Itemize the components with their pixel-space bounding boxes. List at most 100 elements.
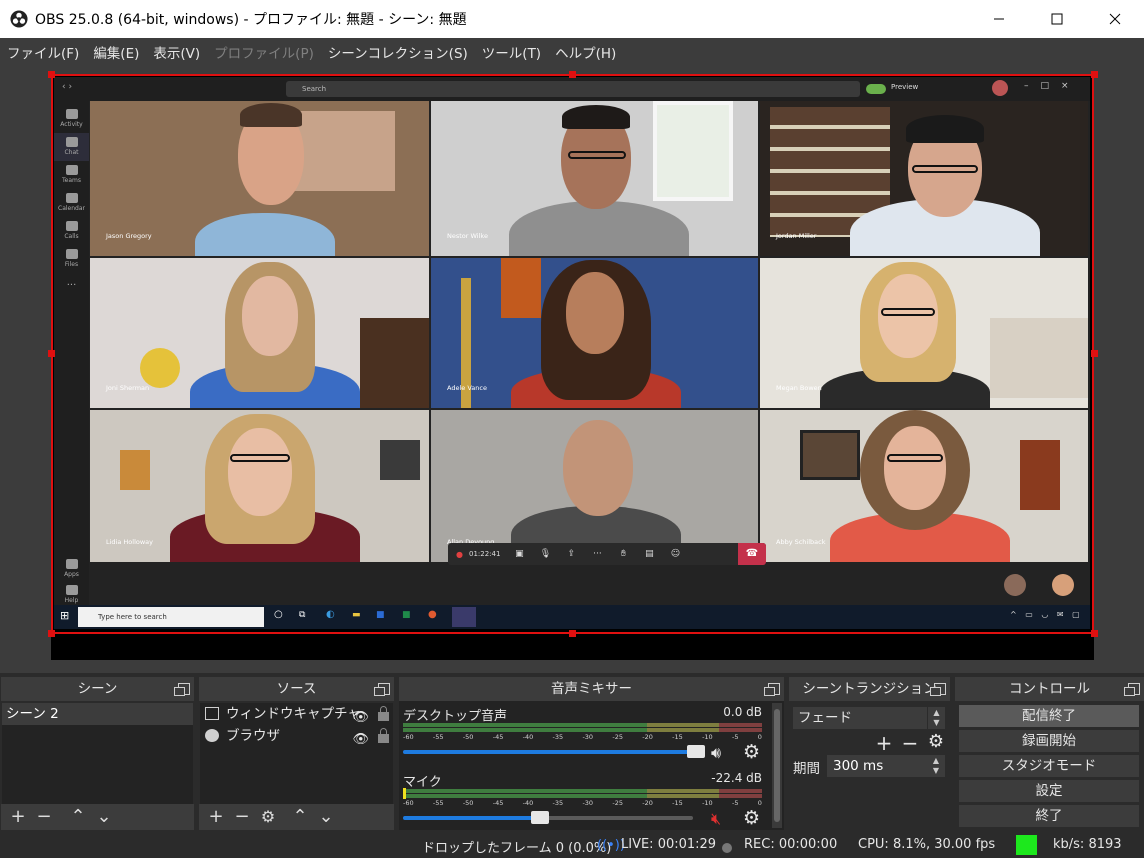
globe-icon bbox=[205, 729, 219, 742]
resize-handle[interactable] bbox=[1091, 71, 1098, 78]
resize-handle[interactable] bbox=[1091, 350, 1098, 357]
duration-input[interactable]: 300 ms ▲ ▼ bbox=[827, 755, 945, 777]
rail-files: Files bbox=[54, 245, 89, 273]
participant-name: Megan Bowen bbox=[776, 384, 822, 392]
level-meter bbox=[403, 723, 762, 727]
avatar bbox=[992, 80, 1008, 96]
undock-icon[interactable] bbox=[1124, 683, 1140, 696]
add-transition-button[interactable]: + bbox=[871, 731, 897, 755]
transition-gear-icon[interactable]: ⚙ bbox=[923, 731, 949, 755]
undock-icon[interactable] bbox=[930, 683, 946, 696]
muted-speaker-icon[interactable]: 🔇︎ bbox=[711, 809, 721, 829]
rail-teams: Teams bbox=[54, 161, 89, 189]
resize-handle[interactable] bbox=[569, 71, 576, 78]
move-up-button[interactable]: ⌃ bbox=[287, 804, 313, 830]
gear-icon[interactable]: ⚙ bbox=[743, 807, 760, 829]
mixer-scrollbar[interactable] bbox=[772, 703, 782, 828]
gear-icon[interactable]: ⚙ bbox=[743, 741, 760, 763]
close-icon bbox=[1109, 13, 1121, 25]
stop-streaming-button[interactable]: 配信終了 bbox=[959, 705, 1139, 727]
start-recording-button[interactable]: 録画開始 bbox=[959, 730, 1139, 752]
move-down-button[interactable]: ⌄ bbox=[91, 804, 117, 830]
participant-name: Lidia Holloway bbox=[106, 538, 154, 546]
settings-button[interactable]: 設定 bbox=[959, 780, 1139, 802]
resize-handle[interactable] bbox=[569, 630, 576, 637]
scene-item[interactable]: シーン 2 bbox=[2, 703, 193, 725]
resize-handle[interactable] bbox=[48, 630, 55, 637]
remove-scene-button[interactable]: − bbox=[31, 804, 57, 830]
cortana-icon: ○ bbox=[274, 609, 283, 620]
preview-area[interactable]: ‹ › Search Preview –□× Activity Chat Tea… bbox=[0, 65, 1144, 673]
rec-time: REC: 00:00:00 bbox=[744, 837, 838, 852]
menu-file[interactable]: ファイル(F) bbox=[0, 42, 86, 62]
remove-transition-button[interactable]: − bbox=[897, 731, 923, 755]
minimize-button[interactable] bbox=[970, 0, 1028, 38]
rail-activity: Activity bbox=[54, 105, 89, 133]
window-icon bbox=[205, 707, 219, 720]
level-meter bbox=[403, 794, 762, 798]
source-item[interactable]: ウィンドウキャプチャ 👁︎ bbox=[200, 703, 393, 725]
spin-arrows-icon[interactable]: ▲ ▼ bbox=[927, 755, 945, 777]
menu-scene-collection[interactable]: シーンコレクション(S) bbox=[321, 42, 475, 62]
resize-handle[interactable] bbox=[48, 350, 55, 357]
menu-bar: ファイル(F) 編集(E) 表示(V) プロファイル(P) シーンコレクション(… bbox=[0, 38, 1144, 65]
move-down-button[interactable]: ⌄ bbox=[313, 804, 339, 830]
teams-topbar: ‹ › Search Preview –□× bbox=[54, 77, 1090, 101]
volume-slider-handle[interactable] bbox=[687, 745, 705, 758]
teams-taskbar-icon bbox=[452, 607, 476, 627]
raise-hand-icon: ✋︎ bbox=[620, 549, 626, 559]
edge-icon: ◐ bbox=[326, 609, 335, 620]
obs-logo-icon bbox=[10, 10, 28, 28]
resize-handle[interactable] bbox=[1091, 630, 1098, 637]
scenes-dock: シーン シーン 2 + − ⌃ ⌄ bbox=[1, 677, 194, 830]
remove-source-button[interactable]: − bbox=[229, 804, 255, 830]
lock-icon[interactable] bbox=[378, 706, 389, 721]
transition-select[interactable]: フェード ▲ ▼ bbox=[793, 707, 945, 729]
share-icon: ⇪ bbox=[567, 549, 576, 559]
close-button[interactable] bbox=[1086, 0, 1144, 38]
move-up-button[interactable]: ⌃ bbox=[65, 804, 91, 830]
minimize-icon bbox=[994, 18, 1004, 20]
video-tile: Nestor Wilke bbox=[431, 101, 758, 256]
video-tile: Jordan Miller bbox=[760, 101, 1088, 256]
video-tile: Lidia Holloway bbox=[90, 410, 429, 562]
source-label: ブラウザ bbox=[226, 728, 280, 744]
teams-window-controls-icon: –□× bbox=[1024, 81, 1081, 91]
visibility-eye-icon[interactable]: 👁︎ bbox=[352, 729, 369, 751]
mixer-channel-desktop: デスクトップ音声 0.0 dB -60 -55 -50 -45 -40 -35 -30 -25… bbox=[403, 705, 766, 769]
maximize-button[interactable] bbox=[1028, 0, 1086, 38]
rail-calendar: Calendar bbox=[54, 189, 89, 217]
participant-name: Abby Schilback bbox=[776, 538, 826, 546]
maximize-icon bbox=[1051, 13, 1063, 25]
sources-toolbar: + − ⚙ ⌃ ⌄ bbox=[199, 804, 394, 830]
volume-slider-handle[interactable] bbox=[531, 811, 549, 824]
volume-slider[interactable] bbox=[403, 816, 535, 820]
volume-slider-track[interactable] bbox=[535, 816, 693, 820]
mixer-channel-mic: マイク -22.4 dB -60 -55 -50 -45 -40 -35 -30 -25 -20… bbox=[403, 771, 766, 835]
rail-more: ... bbox=[66, 277, 77, 288]
undock-icon[interactable] bbox=[374, 683, 390, 696]
menu-help[interactable]: ヘルプ(H) bbox=[548, 42, 623, 62]
add-scene-button[interactable]: + bbox=[5, 804, 31, 830]
menu-edit[interactable]: 編集(E) bbox=[86, 42, 146, 62]
exit-button[interactable]: 終了 bbox=[959, 805, 1139, 827]
undock-icon[interactable] bbox=[764, 683, 780, 696]
resize-handle[interactable] bbox=[48, 71, 55, 78]
meter-ticks: -60 -55 -50 -45 -40 -35 -30 -25 -20 -15 -10 -5 0 bbox=[403, 799, 762, 807]
studio-mode-button[interactable]: スタジオモード bbox=[959, 755, 1139, 777]
undock-icon[interactable] bbox=[174, 683, 190, 696]
preview-canvas[interactable]: ‹ › Search Preview –□× Activity Chat Tea… bbox=[51, 74, 1094, 660]
participant-name: Jason Gregory bbox=[106, 232, 152, 240]
speaker-icon[interactable]: 🔊︎ bbox=[711, 743, 721, 763]
volume-slider[interactable] bbox=[403, 750, 693, 754]
window-title: OBS 25.0.8 (64-bit, windows) - プロファイル: 無… bbox=[35, 12, 467, 28]
lock-icon[interactable] bbox=[378, 728, 389, 743]
video-tile: Adele Vance bbox=[431, 258, 758, 408]
menu-tools[interactable]: ツール(T) bbox=[475, 42, 548, 62]
add-source-button[interactable]: + bbox=[203, 804, 229, 830]
menu-view[interactable]: 表示(V) bbox=[146, 42, 207, 62]
back-forward-icon: ‹ › bbox=[62, 82, 73, 92]
source-properties-gear-icon[interactable]: ⚙ bbox=[255, 804, 281, 830]
source-item[interactable]: ブラウザ 👁︎ bbox=[200, 725, 393, 747]
audio-mixer-title: 音声ミキサー bbox=[399, 677, 784, 701]
